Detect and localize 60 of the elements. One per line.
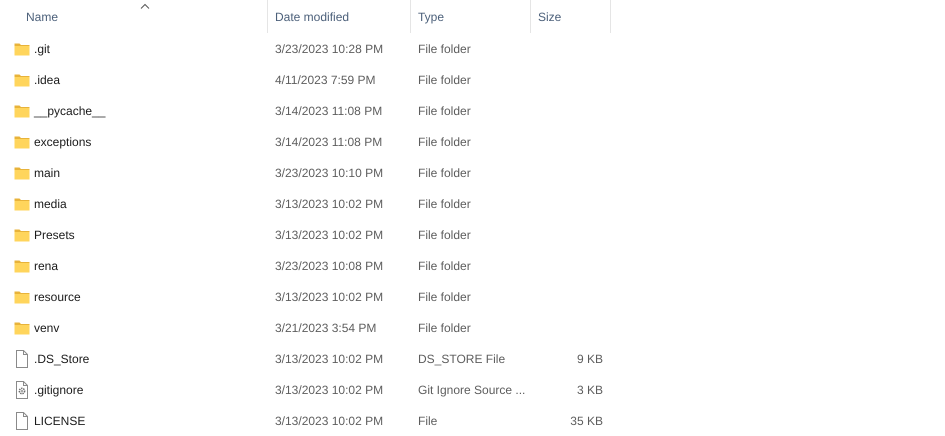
file-size: 35 KB [570, 414, 603, 428]
column-header[interactable]: Size [531, 0, 611, 33]
file-icon [14, 412, 30, 430]
folder-icon [14, 166, 30, 180]
file-type: File folder [418, 134, 471, 148]
file-icon [14, 350, 30, 368]
folder-icon [14, 196, 30, 210]
folder-icon [14, 228, 30, 242]
file-name[interactable]: Presets [34, 226, 75, 244]
column-header[interactable]: Name [0, 0, 268, 33]
file-type: File folder [418, 196, 471, 210]
folder-icon [14, 290, 30, 304]
file-size: 3 KB [576, 382, 603, 396]
file-type: File folder [418, 320, 471, 334]
date-modified: 3/13/2023 10:02 PM [275, 228, 384, 242]
date-modified: 3/23/2023 10:28 PM [275, 42, 384, 56]
folder-icon [14, 320, 30, 334]
folder-icon [14, 72, 30, 86]
file-name[interactable]: .gitignore [34, 380, 84, 398]
file-name[interactable]: venv [34, 318, 60, 336]
file-size: 9 KB [576, 352, 603, 366]
file-name[interactable]: resource [34, 288, 81, 306]
file-name[interactable]: .git [34, 40, 50, 58]
date-modified: 3/13/2023 10:02 PM [275, 290, 384, 304]
file-type: File folder [418, 72, 471, 86]
column-header[interactable]: Type [411, 0, 531, 33]
settings-file-icon [14, 380, 30, 398]
file-type: File folder [418, 166, 471, 180]
date-modified: 3/14/2023 11:08 PM [275, 104, 382, 118]
date-modified: 3/23/2023 10:08 PM [275, 258, 384, 272]
file-type: File folder [418, 290, 471, 304]
date-modified: 3/13/2023 10:02 PM [275, 382, 384, 396]
file-name[interactable]: exceptions [34, 132, 92, 150]
column-header[interactable]: Date modified [268, 0, 411, 33]
file-name[interactable]: .DS_Store [34, 350, 90, 368]
date-modified: 4/11/2023 7:59 PM [275, 72, 376, 86]
file-type: File folder [418, 258, 471, 272]
date-modified: 3/23/2023 10:10 PM [275, 166, 384, 180]
folder-icon [14, 258, 30, 272]
sort-ascending-icon [140, 3, 150, 9]
file-type: Git Ignore Source ... [418, 382, 526, 396]
date-modified: 3/13/2023 10:02 PM [275, 352, 384, 366]
folder-icon [14, 42, 30, 56]
file-name[interactable]: .idea [34, 70, 60, 88]
folder-icon [14, 134, 30, 148]
file-name[interactable]: LICENSE [34, 412, 86, 430]
file-type: File [418, 414, 438, 428]
file-name[interactable]: rena [34, 256, 58, 274]
file-name[interactable]: __pycache__ [34, 102, 106, 120]
file-type: File folder [418, 42, 471, 56]
file-type: DS_STORE File [418, 352, 506, 366]
file-type: File folder [418, 104, 471, 118]
date-modified: 3/14/2023 11:08 PM [275, 134, 382, 148]
folder-icon [14, 104, 30, 118]
date-modified: 3/13/2023 10:02 PM [275, 414, 384, 428]
file-name[interactable]: media [34, 194, 67, 212]
file-type: File folder [418, 228, 471, 242]
date-modified: 3/21/2023 3:54 PM [275, 320, 376, 334]
file-name[interactable]: main [34, 164, 60, 182]
date-modified: 3/13/2023 10:02 PM [275, 196, 384, 210]
